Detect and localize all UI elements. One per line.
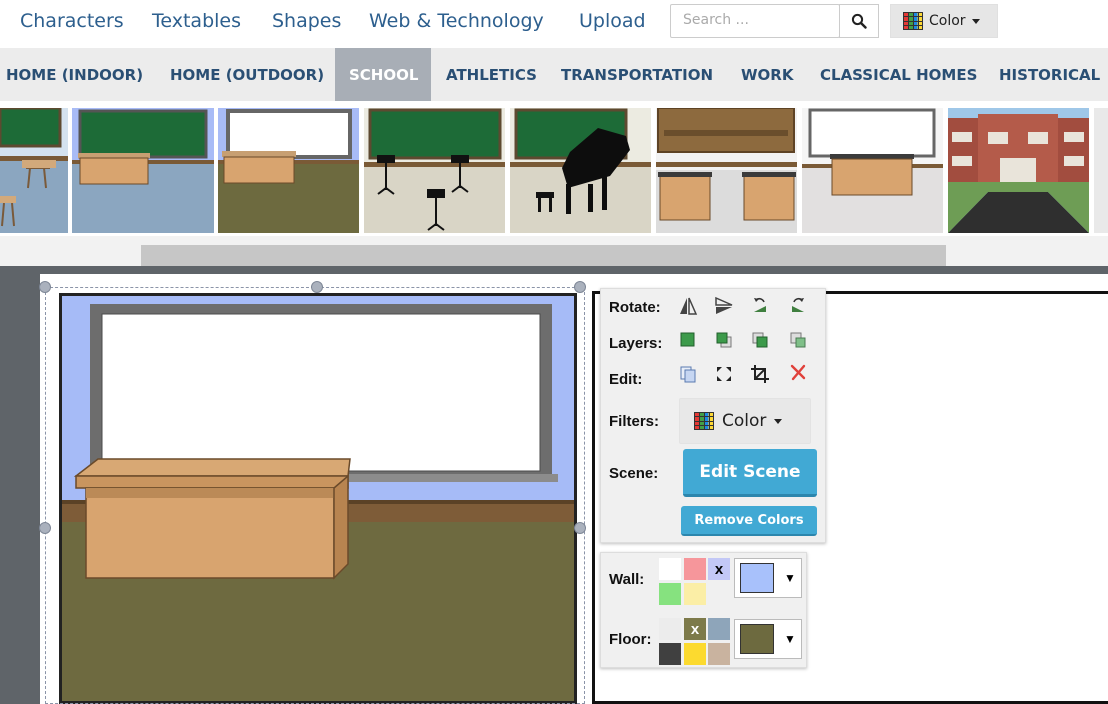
nav-link-characters[interactable]: Characters	[20, 10, 124, 32]
nav-link-upload[interactable]: Upload	[579, 10, 646, 32]
floor-swatch-blue-gray[interactable]	[708, 618, 730, 640]
wall-swatch-clear[interactable]: x	[708, 558, 730, 580]
top-navigation: Characters Textables Shapes Web & Techno…	[0, 0, 1108, 48]
scene-thumbnail-classroom-chairs[interactable]	[0, 108, 68, 233]
caret-down-icon	[971, 18, 980, 24]
resize-handle-top-right[interactable]	[574, 281, 586, 293]
floor-color-picker[interactable]: ▼	[734, 619, 802, 659]
selection-outline	[39, 281, 586, 704]
thumbnail-scrollbar[interactable]	[0, 236, 1108, 266]
nav-link-web-technology[interactable]: Web & Technology	[369, 10, 544, 32]
category-bar: HOME (INDOOR) HOME (OUTDOOR) SCHOOL ATHL…	[0, 48, 1108, 101]
delete-icon[interactable]	[787, 361, 809, 383]
floor-swatch-yellow[interactable]	[684, 643, 706, 665]
scene-thumbnail-music-stands[interactable]	[364, 108, 505, 233]
resize-handle-top-left[interactable]	[39, 281, 51, 293]
floor-label: Floor:	[609, 631, 652, 648]
wall-swatch-green[interactable]	[659, 583, 681, 605]
search-input[interactable]: Search ...	[670, 4, 840, 38]
edit-tools-panel: Rotate: Layers: Edit: Filters: Color Sce…	[600, 288, 826, 543]
category-school[interactable]: SCHOOL	[335, 48, 431, 101]
color-grid-icon	[694, 412, 714, 430]
search-icon	[851, 13, 867, 29]
wall-label: Wall:	[609, 571, 645, 588]
send-to-back-icon[interactable]	[787, 329, 809, 351]
wall-color-picker[interactable]: ▼	[734, 558, 802, 598]
scene-thumbnail-green-board-desk[interactable]	[72, 108, 214, 233]
rotate-right-icon[interactable]	[787, 295, 809, 317]
floor-swatch-tan[interactable]	[708, 643, 730, 665]
wall-current-color	[740, 563, 774, 593]
floor-swatch-dark[interactable]	[659, 643, 681, 665]
bring-forward-icon[interactable]	[713, 329, 735, 351]
scene-thumbnail-cabinets[interactable]	[656, 108, 797, 233]
scene-colors-panel: Wall: x ▼ Floor: x ▼	[600, 552, 807, 668]
nav-link-textables[interactable]: Textables	[152, 10, 241, 32]
color-filter-dropdown[interactable]: Color	[890, 4, 998, 38]
wall-swatch-white[interactable]	[659, 558, 681, 580]
filter-dropdown[interactable]: Color	[679, 398, 811, 444]
scene-thumbnail-strip	[0, 101, 1108, 236]
remove-colors-button[interactable]: Remove Colors	[681, 506, 817, 536]
category-transportation[interactable]: TRANSPORTATION	[561, 48, 713, 101]
category-home-indoor[interactable]: HOME (INDOOR)	[6, 48, 143, 101]
scene-thumbnail-piano[interactable]	[510, 108, 651, 233]
scene-label: Scene:	[609, 465, 659, 482]
floor-swatch-clear[interactable]: x	[684, 618, 706, 640]
resize-handle-left[interactable]	[39, 522, 51, 534]
scrollbar-thumb[interactable]	[141, 245, 946, 266]
scene-thumbnail-whiteboard-teacher-desk[interactable]	[802, 108, 943, 233]
crop-icon[interactable]	[749, 363, 771, 385]
color-grid-icon	[903, 12, 923, 30]
filters-label: Filters:	[609, 413, 660, 430]
search-button[interactable]	[839, 4, 879, 38]
resize-handle-right[interactable]	[574, 522, 586, 534]
nav-link-shapes[interactable]: Shapes	[272, 10, 341, 32]
copy-icon[interactable]	[677, 363, 699, 385]
dropdown-arrow-icon: ▼	[784, 571, 796, 585]
category-work[interactable]: WORK	[741, 48, 793, 101]
color-filter-label: Color	[929, 13, 966, 29]
layers-label: Layers:	[609, 335, 663, 352]
wall-swatch-yellow[interactable]	[684, 583, 706, 605]
edit-scene-button[interactable]: Edit Scene	[683, 449, 817, 497]
fullscreen-icon[interactable]	[713, 363, 735, 385]
caret-down-icon	[774, 418, 783, 424]
bring-to-front-icon[interactable]	[677, 329, 699, 351]
edit-label: Edit:	[609, 371, 643, 388]
flip-horizontal-icon[interactable]	[677, 295, 699, 317]
category-athletics[interactable]: ATHLETICS	[446, 48, 537, 101]
category-historical[interactable]: HISTORICAL	[999, 48, 1100, 101]
flip-vertical-icon[interactable]	[713, 295, 735, 317]
floor-swatch-light[interactable]	[659, 618, 681, 640]
scene-thumbnail-partial[interactable]	[1094, 108, 1108, 233]
category-home-outdoor[interactable]: HOME (OUTDOOR)	[170, 48, 324, 101]
rotate-left-icon[interactable]	[749, 295, 771, 317]
scene-thumbnail-school-building[interactable]	[948, 108, 1089, 233]
scene-thumbnail-white-board-selected[interactable]	[218, 108, 359, 233]
rotate-label: Rotate:	[609, 299, 661, 316]
resize-handle-top[interactable]	[311, 281, 323, 293]
floor-current-color	[740, 624, 774, 654]
filter-dropdown-label: Color	[722, 411, 767, 431]
dropdown-arrow-icon: ▼	[784, 632, 796, 646]
wall-swatch-pink[interactable]	[684, 558, 706, 580]
category-classical-homes[interactable]: CLASSICAL HOMES	[820, 48, 977, 101]
send-backward-icon[interactable]	[749, 329, 771, 351]
